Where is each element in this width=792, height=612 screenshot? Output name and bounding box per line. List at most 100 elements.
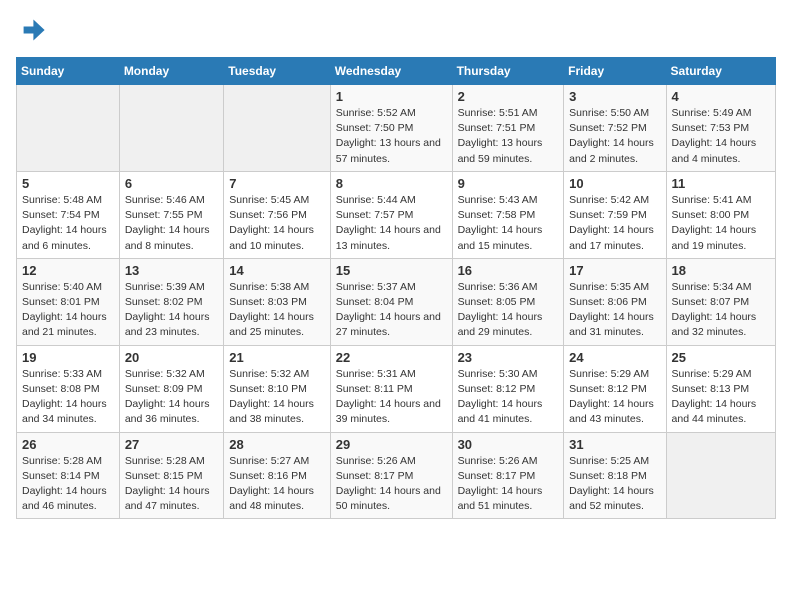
day-info: Sunrise: 5:49 AM Sunset: 7:53 PM Dayligh…: [672, 106, 770, 167]
day-info: Sunrise: 5:41 AM Sunset: 8:00 PM Dayligh…: [672, 193, 770, 254]
day-number: 11: [672, 176, 770, 191]
day-number: 10: [569, 176, 660, 191]
day-cell: 16Sunrise: 5:36 AM Sunset: 8:05 PM Dayli…: [452, 258, 564, 345]
day-info: Sunrise: 5:44 AM Sunset: 7:57 PM Dayligh…: [336, 193, 447, 254]
day-info: Sunrise: 5:51 AM Sunset: 7:51 PM Dayligh…: [458, 106, 559, 167]
day-header-tuesday: Tuesday: [224, 58, 330, 85]
day-number: 27: [125, 437, 218, 452]
day-number: 17: [569, 263, 660, 278]
day-number: 7: [229, 176, 324, 191]
day-number: 30: [458, 437, 559, 452]
day-number: 5: [22, 176, 114, 191]
day-number: 13: [125, 263, 218, 278]
day-number: 14: [229, 263, 324, 278]
day-number: 6: [125, 176, 218, 191]
day-cell: [224, 85, 330, 172]
day-number: 23: [458, 350, 559, 365]
day-cell: 18 Sunrise: 5:34 AM Sunset: 8:07 PM Dayli…: [666, 258, 775, 345]
day-cell: 7 Sunrise: 5:45 AM Sunset: 7:56 PM Daylig…: [224, 171, 330, 258]
day-info: Sunrise: 5:40 AM Sunset: 8:01 PM Dayligh…: [22, 280, 114, 341]
day-cell: 2Sunrise: 5:51 AM Sunset: 7:51 PM Daylig…: [452, 85, 564, 172]
day-info: Sunrise: 5:35 AM Sunset: 8:06 PM Dayligh…: [569, 280, 660, 341]
day-info: Sunrise: 5:28 AM Sunset: 8:14 PM Dayligh…: [22, 454, 114, 515]
day-cell: 22 Sunrise: 5:31 AM Sunset: 8:11 PM Dayli…: [330, 345, 452, 432]
day-cell: 26 Sunrise: 5:28 AM Sunset: 8:14 PM Dayli…: [17, 432, 120, 519]
day-info: Sunrise: 5:34 AM Sunset: 8:07 PM Dayligh…: [672, 280, 770, 341]
day-cell: 19 Sunrise: 5:33 AM Sunset: 8:08 PM Dayli…: [17, 345, 120, 432]
day-info: Sunrise: 5:48 AM Sunset: 7:54 PM Dayligh…: [22, 193, 114, 254]
day-info: Sunrise: 5:26 AM Sunset: 8:17 PM Dayligh…: [336, 454, 447, 515]
day-info: Sunrise: 5:43 AM Sunset: 7:58 PM Dayligh…: [458, 193, 559, 254]
day-cell: 30 Sunrise: 5:26 AM Sunset: 8:17 PM Dayli…: [452, 432, 564, 519]
day-info: Sunrise: 5:45 AM Sunset: 7:56 PM Dayligh…: [229, 193, 324, 254]
day-info: Sunrise: 5:29 AM Sunset: 8:13 PM Dayligh…: [672, 367, 770, 428]
calendar-table: SundayMondayTuesdayWednesdayThursdayFrid…: [16, 57, 776, 519]
day-info: Sunrise: 5:31 AM Sunset: 8:11 PM Dayligh…: [336, 367, 447, 428]
day-number: 28: [229, 437, 324, 452]
day-cell: 24 Sunrise: 5:29 AM Sunset: 8:12 PM Dayli…: [564, 345, 666, 432]
day-info: Sunrise: 5:37 AM Sunset: 8:04 PM Dayligh…: [336, 280, 447, 341]
day-header-saturday: Saturday: [666, 58, 775, 85]
day-info: Sunrise: 5:39 AM Sunset: 8:02 PM Dayligh…: [125, 280, 218, 341]
day-cell: 6 Sunrise: 5:46 AM Sunset: 7:55 PM Daylig…: [119, 171, 223, 258]
day-cell: 20Sunrise: 5:32 AM Sunset: 8:09 PM Dayli…: [119, 345, 223, 432]
day-info: Sunrise: 5:29 AM Sunset: 8:12 PM Dayligh…: [569, 367, 660, 428]
day-cell: [119, 85, 223, 172]
day-cell: 25Sunrise: 5:29 AM Sunset: 8:13 PM Dayli…: [666, 345, 775, 432]
day-number: 8: [336, 176, 447, 191]
day-number: 26: [22, 437, 114, 452]
day-info: Sunrise: 5:32 AM Sunset: 8:10 PM Dayligh…: [229, 367, 324, 428]
day-info: Sunrise: 5:28 AM Sunset: 8:15 PM Dayligh…: [125, 454, 218, 515]
day-info: Sunrise: 5:42 AM Sunset: 7:59 PM Dayligh…: [569, 193, 660, 254]
day-header-monday: Monday: [119, 58, 223, 85]
day-cell: 9 Sunrise: 5:43 AM Sunset: 7:58 PM Daylig…: [452, 171, 564, 258]
day-info: Sunrise: 5:46 AM Sunset: 7:55 PM Dayligh…: [125, 193, 218, 254]
day-cell: 17 Sunrise: 5:35 AM Sunset: 8:06 PM Dayli…: [564, 258, 666, 345]
day-number: 22: [336, 350, 447, 365]
week-row-2: 5 Sunrise: 5:48 AM Sunset: 7:54 PM Daylig…: [17, 171, 776, 258]
day-cell: 4 Sunrise: 5:49 AM Sunset: 7:53 PM Daylig…: [666, 85, 775, 172]
week-row-1: 1 Sunrise: 5:52 AM Sunset: 7:50 PM Daylig…: [17, 85, 776, 172]
day-cell: 10 Sunrise: 5:42 AM Sunset: 7:59 PM Dayli…: [564, 171, 666, 258]
day-cell: [666, 432, 775, 519]
day-cell: 11 Sunrise: 5:41 AM Sunset: 8:00 PM Dayli…: [666, 171, 775, 258]
day-header-thursday: Thursday: [452, 58, 564, 85]
day-cell: 27 Sunrise: 5:28 AM Sunset: 8:15 PM Dayli…: [119, 432, 223, 519]
day-header-wednesday: Wednesday: [330, 58, 452, 85]
day-info: Sunrise: 5:33 AM Sunset: 8:08 PM Dayligh…: [22, 367, 114, 428]
day-number: 18: [672, 263, 770, 278]
week-row-4: 19 Sunrise: 5:33 AM Sunset: 8:08 PM Dayli…: [17, 345, 776, 432]
day-number: 12: [22, 263, 114, 278]
logo-icon: [18, 16, 46, 44]
day-number: 20: [125, 350, 218, 365]
day-cell: 29Sunrise: 5:26 AM Sunset: 8:17 PM Dayli…: [330, 432, 452, 519]
day-number: 15: [336, 263, 447, 278]
day-info: Sunrise: 5:25 AM Sunset: 8:18 PM Dayligh…: [569, 454, 660, 515]
day-number: 1: [336, 89, 447, 104]
day-number: 3: [569, 89, 660, 104]
day-header-sunday: Sunday: [17, 58, 120, 85]
day-cell: 13 Sunrise: 5:39 AM Sunset: 8:02 PM Dayli…: [119, 258, 223, 345]
day-cell: 23Sunrise: 5:30 AM Sunset: 8:12 PM Dayli…: [452, 345, 564, 432]
day-cell: 8 Sunrise: 5:44 AM Sunset: 7:57 PM Daylig…: [330, 171, 452, 258]
day-info: Sunrise: 5:52 AM Sunset: 7:50 PM Dayligh…: [336, 106, 447, 167]
day-cell: [17, 85, 120, 172]
day-number: 21: [229, 350, 324, 365]
day-cell: 28Sunrise: 5:27 AM Sunset: 8:16 PM Dayli…: [224, 432, 330, 519]
day-cell: 1 Sunrise: 5:52 AM Sunset: 7:50 PM Daylig…: [330, 85, 452, 172]
week-row-3: 12 Sunrise: 5:40 AM Sunset: 8:01 PM Dayli…: [17, 258, 776, 345]
day-info: Sunrise: 5:26 AM Sunset: 8:17 PM Dayligh…: [458, 454, 559, 515]
day-cell: 12 Sunrise: 5:40 AM Sunset: 8:01 PM Dayli…: [17, 258, 120, 345]
day-header-friday: Friday: [564, 58, 666, 85]
day-number: 19: [22, 350, 114, 365]
day-cell: 5 Sunrise: 5:48 AM Sunset: 7:54 PM Daylig…: [17, 171, 120, 258]
day-info: Sunrise: 5:50 AM Sunset: 7:52 PM Dayligh…: [569, 106, 660, 167]
day-number: 9: [458, 176, 559, 191]
day-number: 24: [569, 350, 660, 365]
day-number: 4: [672, 89, 770, 104]
day-cell: 31 Sunrise: 5:25 AM Sunset: 8:18 PM Dayli…: [564, 432, 666, 519]
day-number: 16: [458, 263, 559, 278]
week-row-5: 26 Sunrise: 5:28 AM Sunset: 8:14 PM Dayli…: [17, 432, 776, 519]
header: [16, 16, 776, 49]
day-number: 31: [569, 437, 660, 452]
